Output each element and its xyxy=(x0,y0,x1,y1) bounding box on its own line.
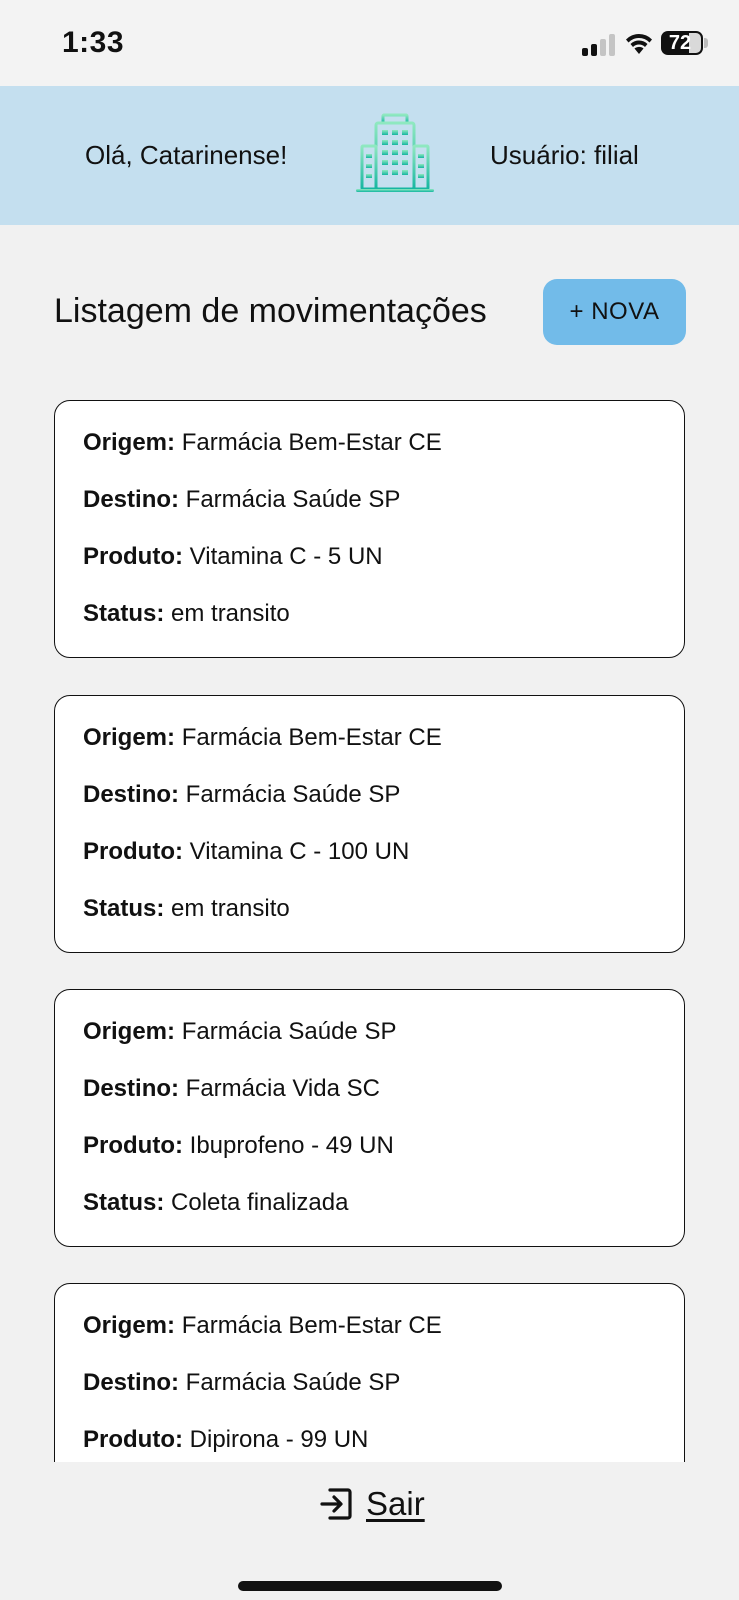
new-movement-button[interactable]: + NOVA xyxy=(543,279,686,345)
wifi-icon xyxy=(626,33,652,54)
status-label: Status: xyxy=(83,1189,165,1216)
battery-icon: 72 xyxy=(661,31,703,55)
destination-label: Destino: xyxy=(83,486,179,513)
status-label: Status: xyxy=(83,600,165,627)
product-line: Produto: Vitamina C - 5 UN xyxy=(83,543,383,571)
product-label: Produto: xyxy=(83,543,183,570)
origin-value: Farmácia Bem-Estar CE xyxy=(181,724,442,751)
home-indicator[interactable] xyxy=(238,1581,502,1591)
logout-icon xyxy=(320,1488,352,1520)
origin-line: Origem: Farmácia Bem-Estar CE xyxy=(83,1312,442,1340)
origin-line: Origem: Farmácia Saúde SP xyxy=(83,1018,396,1046)
destination-line: Destino: Farmácia Saúde SP xyxy=(83,1369,400,1397)
building-icon xyxy=(356,113,434,192)
origin-line: Origem: Farmácia Bem-Estar CE xyxy=(83,429,442,457)
page-title: Listagem de movimentações xyxy=(54,292,487,330)
destination-label: Destino: xyxy=(83,781,179,808)
origin-value: Farmácia Saúde SP xyxy=(181,1018,397,1045)
product-value: Ibuprofeno - 49 UN xyxy=(189,1132,394,1159)
battery-nub xyxy=(704,38,708,48)
destination-label: Destino: xyxy=(83,1075,179,1102)
status-line: Status: em transito xyxy=(83,600,290,628)
status-value: em transito xyxy=(171,600,290,627)
product-value: Vitamina C - 5 UN xyxy=(189,543,383,570)
destination-line: Destino: Farmácia Vida SC xyxy=(83,1075,380,1103)
movement-card[interactable]: Origem: Farmácia Bem-Estar CE Destino: F… xyxy=(54,1283,685,1462)
product-label: Produto: xyxy=(83,1426,183,1453)
destination-line: Destino: Farmácia Saúde SP xyxy=(83,781,400,809)
cellular-signal-icon xyxy=(582,32,618,56)
movement-card[interactable]: Origem: Farmácia Bem-Estar CE Destino: F… xyxy=(54,695,685,953)
origin-label: Origem: xyxy=(83,1312,176,1339)
logout-label[interactable]: Sair xyxy=(366,1485,425,1523)
status-label: Status: xyxy=(83,895,165,922)
origin-value: Farmácia Bem-Estar CE xyxy=(181,429,442,456)
status-line: Status: em transito xyxy=(83,895,290,923)
app-header: Olá, Catarinense! Usuário: filial xyxy=(0,86,739,225)
destination-value: Farmácia Saúde SP xyxy=(185,781,401,808)
product-line: Produto: Vitamina C - 100 UN xyxy=(83,838,409,866)
product-label: Produto: xyxy=(83,838,183,865)
origin-label: Origem: xyxy=(83,429,176,456)
product-value: Vitamina C - 100 UN xyxy=(189,838,410,865)
user-label: Usuário: filial xyxy=(490,140,639,170)
product-line: Produto: Ibuprofeno - 49 UN xyxy=(83,1132,394,1160)
origin-line: Origem: Farmácia Bem-Estar CE xyxy=(83,724,442,752)
product-line: Produto: Dipirona - 99 UN xyxy=(83,1426,368,1454)
destination-value: Farmácia Saúde SP xyxy=(185,1369,401,1396)
status-bar: 1:33 72 xyxy=(0,0,739,86)
status-value: em transito xyxy=(171,895,290,922)
destination-value: Farmácia Vida SC xyxy=(185,1075,380,1102)
movement-card[interactable]: Origem: Farmácia Bem-Estar CE Destino: F… xyxy=(54,400,685,658)
destination-value: Farmácia Saúde SP xyxy=(185,486,401,513)
destination-line: Destino: Farmácia Saúde SP xyxy=(83,486,400,514)
battery-level: 72 xyxy=(668,32,692,54)
status-line: Status: Coleta finalizada xyxy=(83,1189,348,1217)
destination-label: Destino: xyxy=(83,1369,179,1396)
origin-label: Origem: xyxy=(83,1018,176,1045)
product-value: Dipirona - 99 UN xyxy=(189,1426,369,1453)
product-label: Produto: xyxy=(83,1132,183,1159)
status-time: 1:33 xyxy=(62,26,125,59)
greeting-text: Olá, Catarinense! xyxy=(85,140,288,170)
origin-value: Farmácia Bem-Estar CE xyxy=(181,1312,442,1339)
movements-list[interactable]: Origem: Farmácia Bem-Estar CE Destino: F… xyxy=(0,380,739,1462)
origin-label: Origem: xyxy=(83,724,176,751)
footer: Sair xyxy=(0,1462,739,1600)
status-value: Coleta finalizada xyxy=(171,1189,349,1216)
movement-card[interactable]: Origem: Farmácia Saúde SP Destino: Farmá… xyxy=(54,989,685,1247)
app-screen: 1:33 72 Olá, Catarinense! Usuário: filia… xyxy=(0,0,739,1600)
logout-button[interactable]: Sair xyxy=(318,1482,425,1526)
